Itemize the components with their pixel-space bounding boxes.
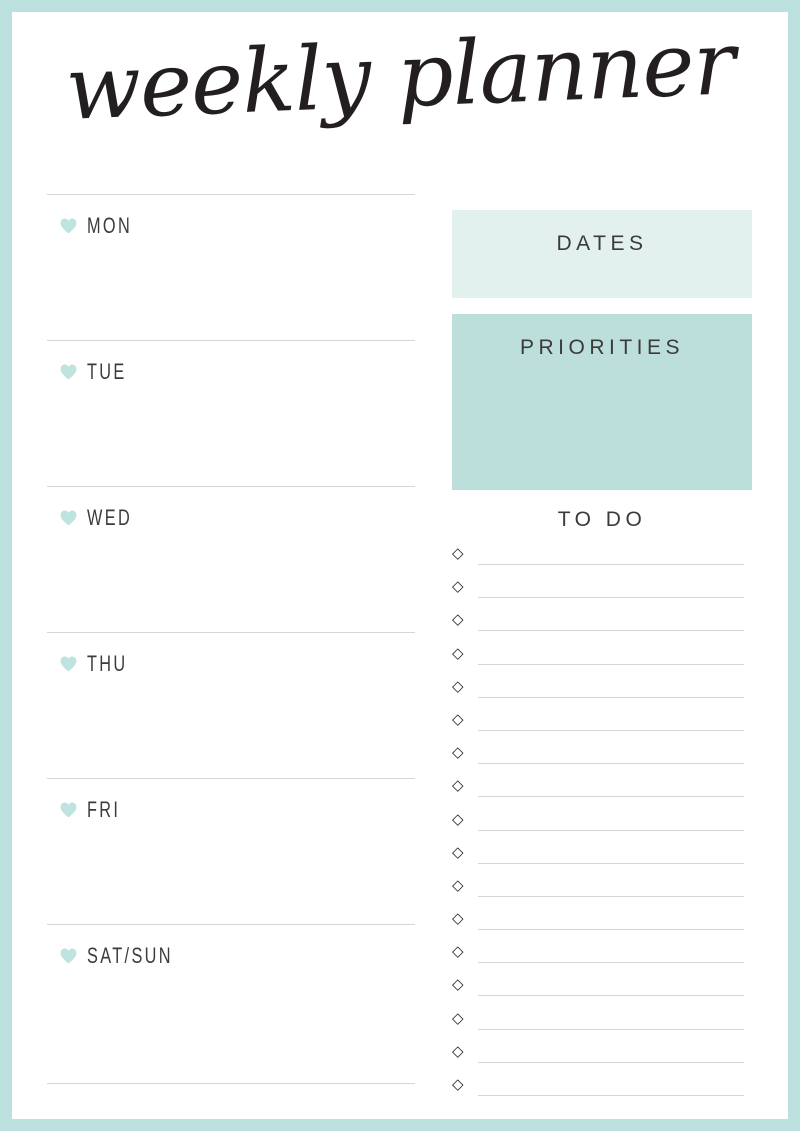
todo-input-line[interactable]: [478, 841, 744, 864]
diamond-icon: ◇: [452, 942, 464, 961]
heart-icon: [60, 948, 77, 964]
day-label: MON: [87, 213, 133, 238]
todo-section-title: TO DO: [557, 508, 647, 531]
day-writing-area[interactable]: [60, 831, 410, 919]
diamond-icon: ◇: [452, 1041, 464, 1060]
todo-input-line[interactable]: [478, 708, 744, 731]
day-block-thu: THU: [47, 632, 415, 778]
todo-input-line[interactable]: [478, 1073, 744, 1096]
day-label: WED: [87, 505, 133, 530]
day-writing-area[interactable]: [60, 685, 410, 773]
day-header: THU: [60, 651, 142, 677]
todo-input-line[interactable]: [478, 1040, 744, 1063]
diamond-icon: ◇: [452, 875, 464, 894]
day-header: WED: [60, 505, 148, 531]
heart-icon: [60, 656, 77, 672]
heart-icon: [60, 218, 77, 234]
todo-row[interactable]: ◇: [452, 874, 754, 907]
todo-row[interactable]: ◇: [452, 1007, 754, 1040]
day-block-wed: WED: [47, 486, 415, 632]
heart-icon: [60, 364, 77, 380]
dates-panel-title: DATES: [556, 232, 648, 255]
diamond-icon: ◇: [452, 544, 464, 562]
todo-row[interactable]: ◇: [452, 542, 754, 575]
day-label: THU: [87, 651, 128, 676]
todo-input-line[interactable]: [478, 1007, 744, 1030]
diamond-icon: ◇: [452, 709, 464, 728]
todo-row[interactable]: ◇: [452, 973, 754, 1006]
dates-writing-area[interactable]: [452, 262, 752, 298]
todo-row[interactable]: ◇: [452, 1040, 754, 1073]
page-title: weekly planner: [63, 11, 737, 140]
day-block-sat-sun: SAT/SUN: [47, 924, 415, 1070]
todo-input-line[interactable]: [478, 874, 744, 897]
diamond-icon: ◇: [452, 743, 464, 762]
day-block-tue: TUE: [47, 340, 415, 486]
priorities-writing-area[interactable]: [452, 368, 752, 490]
todo-row[interactable]: ◇: [452, 642, 754, 675]
day-writing-area[interactable]: [60, 539, 410, 627]
diamond-icon: ◇: [452, 577, 464, 596]
todo-input-line[interactable]: [478, 741, 744, 765]
todo-input-line[interactable]: [478, 907, 744, 931]
day-block-mon: MON: [47, 194, 415, 340]
heart-icon: [60, 802, 77, 818]
day-header: FRI: [60, 797, 132, 823]
diamond-icon: ◇: [452, 1008, 464, 1027]
todo-row[interactable]: ◇: [452, 841, 754, 874]
todo-list: ◇ ◇ ◇ ◇ ◇ ◇ ◇ ◇ ◇ ◇ ◇ ◇ ◇ ◇ ◇ ◇ ◇: [452, 542, 754, 1106]
todo-row[interactable]: ◇: [452, 675, 754, 708]
diamond-icon: ◇: [452, 909, 464, 928]
priorities-panel-title: PRIORITIES: [519, 336, 685, 359]
todo-row[interactable]: ◇: [452, 608, 754, 641]
todo-input-line[interactable]: [478, 575, 744, 599]
todo-row[interactable]: ◇: [452, 808, 754, 841]
day-block-fri: FRI: [47, 778, 415, 924]
diamond-icon: ◇: [452, 809, 464, 828]
diamond-icon: ◇: [452, 1075, 464, 1093]
todo-row[interactable]: ◇: [452, 741, 754, 774]
day-writing-area[interactable]: [60, 977, 410, 1065]
todo-input-line[interactable]: [478, 542, 744, 565]
todo-row[interactable]: ◇: [452, 1073, 754, 1106]
heart-icon: [60, 510, 77, 526]
right-column: DATES PRIORITIES TO DO ◇ ◇ ◇ ◇ ◇ ◇ ◇ ◇ ◇ ◇ ◇ ◇ ◇ ◇ ◇ ◇ ◇: [452, 194, 754, 1096]
diamond-icon: ◇: [452, 975, 464, 994]
todo-row[interactable]: ◇: [452, 575, 754, 608]
todo-input-line[interactable]: [478, 675, 744, 698]
diamond-icon: ◇: [452, 610, 464, 629]
day-header: MON: [60, 213, 148, 239]
diamond-icon: ◇: [452, 676, 464, 695]
todo-row[interactable]: ◇: [452, 907, 754, 940]
planner-page: weekly planner MON TUE WED THU FRI SAT/SUN DA…: [12, 11, 788, 1119]
title-block: weekly planner: [12, 11, 788, 202]
todo-input-line[interactable]: [478, 808, 744, 831]
diamond-icon: ◇: [452, 842, 464, 861]
diamond-icon: ◇: [452, 643, 464, 662]
todo-row[interactable]: ◇: [452, 708, 754, 741]
todo-row[interactable]: ◇: [452, 940, 754, 973]
days-bottom-rule: [47, 1083, 415, 1084]
days-column: MON TUE WED THU FRI SAT/SUN: [47, 194, 415, 1084]
day-writing-area[interactable]: [60, 247, 410, 335]
todo-input-line[interactable]: [478, 642, 744, 665]
todo-input-line[interactable]: [478, 973, 744, 997]
day-label: SAT/SUN: [87, 943, 173, 968]
day-label: FRI: [87, 797, 121, 822]
diamond-icon: ◇: [452, 776, 464, 795]
todo-row[interactable]: ◇: [452, 774, 754, 807]
dates-panel[interactable]: DATES: [452, 210, 752, 298]
day-header: TUE: [60, 359, 141, 385]
day-label: TUE: [87, 359, 127, 384]
priorities-panel[interactable]: PRIORITIES: [452, 314, 752, 490]
day-writing-area[interactable]: [60, 393, 410, 481]
day-header: SAT/SUN: [60, 943, 203, 969]
todo-input-line[interactable]: [478, 774, 744, 798]
todo-input-line[interactable]: [478, 608, 744, 632]
todo-input-line[interactable]: [478, 940, 744, 964]
